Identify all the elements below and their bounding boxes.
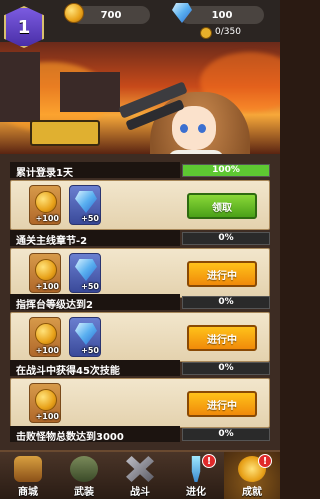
experience-text: 0/350 [215,27,241,37]
task-title-bar: 指挥台等级达到2 [10,294,180,311]
coin-icon [35,323,57,345]
nav-battle[interactable]: 战斗 [112,452,168,499]
reward-amount: +50 [81,214,99,223]
top-status-bar: 1 700 100 0/350 [0,0,280,48]
task-progress-bar: 0% [182,428,270,441]
progress-text: 0% [218,297,234,307]
character-eye [198,124,206,133]
in-progress-button[interactable]: 进行中 [187,261,257,287]
task-title-bar: 击败怪物总数达到3000 [10,426,180,443]
task-body: +100 +50 领取 [10,180,270,230]
coin-icon [35,191,57,213]
coin-icon [35,259,57,281]
reward-coin[interactable]: +100 [29,253,61,293]
claim-button[interactable]: 领取 [187,193,257,219]
character-eye [180,124,188,133]
gem-counter[interactable]: 100 [180,6,264,24]
reward-coin[interactable]: +100 [29,383,61,423]
task-body: +100 进行中 [10,378,270,428]
reward-amount: +100 [35,346,59,355]
crossed-guns-icon [126,456,154,482]
nav-label: 武装 [74,487,94,498]
player-level-badge[interactable]: 1 [4,6,44,48]
task-progress-bar: 100% [182,164,270,177]
truck-illustration [30,120,100,146]
nav-shop[interactable]: 商城 [0,452,56,499]
task-title: 累计登录1天 [16,168,73,179]
task-title: 击败怪物总数达到3000 [16,432,124,443]
in-progress-button[interactable]: 进行中 [187,325,257,351]
soldier-icon [70,456,98,482]
reward-gem[interactable]: +50 [69,185,101,225]
task-title: 指挥台等级达到2 [16,300,93,311]
task-title: 在战斗中获得45次技能 [16,366,120,377]
reward-coin[interactable]: +100 [29,317,61,357]
progress-text: 100% [212,165,240,175]
bottom-navigation: 商城 武装 战斗 进化 ! 成就 ! [0,450,280,499]
task-body: +100 +50 进行中 [10,312,270,362]
task-body: +100 +50 进行中 [10,248,270,298]
gem-icon [75,259,97,281]
coin-icon [64,3,84,23]
nav-label: 商城 [18,487,38,498]
task-progress-bar: 0% [182,362,270,375]
gem-amount: 100 [211,9,233,21]
reward-amount: +100 [35,282,59,291]
coin-amount: 700 [100,9,122,21]
player-level: 1 [17,16,31,38]
nav-label: 战斗 [130,487,150,498]
nav-label: 进化 [186,487,206,498]
reward-coin[interactable]: +100 [29,185,61,225]
task-progress-bar: 0% [182,232,270,245]
task-title-bar: 在战斗中获得45次技能 [10,360,180,377]
nav-armory[interactable]: 武装 [56,452,112,499]
task-list[interactable]: 累计登录1天 100% +100 +50 领取 通关主线章节-2 0% +100… [0,154,280,450]
reward-amount: +100 [35,214,59,223]
hero-banner [0,42,280,154]
nav-achievement[interactable]: 成就 ! [224,452,280,499]
medal-icon [200,27,212,39]
reward-amount: +50 [81,346,99,355]
gem-icon [75,191,97,213]
progress-text: 0% [218,429,234,439]
reward-gem[interactable]: +50 [69,253,101,293]
ruined-building [0,52,40,122]
task-title-bar: 累计登录1天 [10,162,180,179]
task-title-bar: 通关主线章节-2 [10,230,180,247]
reward-amount: +50 [81,282,99,291]
progress-text: 0% [218,363,234,373]
reward-amount: +100 [35,412,59,421]
nav-evolve[interactable]: 进化 ! [168,452,224,499]
notification-badge: ! [202,454,216,468]
reward-gem[interactable]: +50 [69,317,101,357]
shop-icon [14,456,42,482]
task-progress-bar: 0% [182,296,270,309]
coin-icon [35,389,57,411]
notification-badge: ! [258,454,272,468]
character-face [172,106,216,150]
nav-label: 成就 [242,487,262,498]
in-progress-button[interactable]: 进行中 [187,391,257,417]
progress-text: 0% [218,233,234,243]
task-title: 通关主线章节-2 [16,236,88,247]
ruined-building [60,72,120,112]
gem-icon [75,323,97,345]
